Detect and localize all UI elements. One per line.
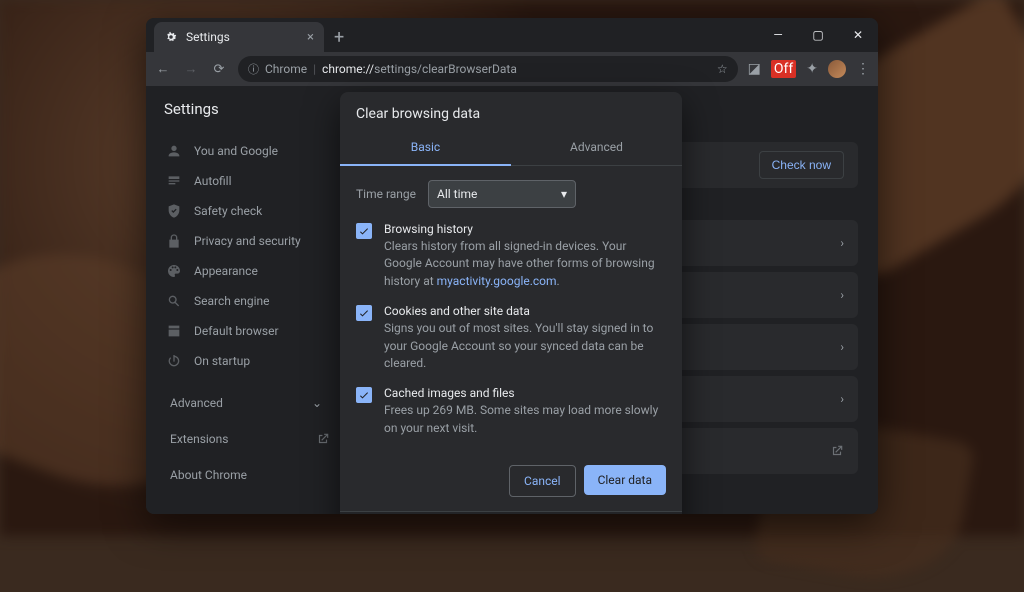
sidebar-item-label: Search engine [194,294,269,308]
lock-icon [166,233,182,249]
dialog-tabs: Basic Advanced [340,130,682,166]
chevron-right-icon: › [840,340,844,354]
browser-toolbar: ← → ⟳ ⓘ Chrome | chrome://settings/clear… [146,52,878,86]
tab-advanced[interactable]: Advanced [511,130,682,165]
chevron-right-icon: › [840,236,844,250]
sidebar-item-power[interactable]: On startup [160,346,340,376]
sidebar-item-label: Privacy and security [194,234,301,248]
overflow-menu-icon[interactable]: ⋮ [856,61,870,77]
chevron-right-icon: › [840,392,844,406]
shield-icon [166,203,182,219]
sidebar-item-shield[interactable]: Safety check [160,196,340,226]
url-path: settings/clearBrowserData [374,62,517,76]
option-description: Signs you out of most sites. You'll stay… [384,320,666,372]
url-host: chrome:// [322,62,374,76]
sidebar-item-label: Autofill [194,174,232,188]
sidebar-about-chrome[interactable]: About Chrome [160,462,340,488]
person-icon [166,143,182,159]
option-link[interactable]: myactivity.google.com [437,274,557,288]
open-external-icon [830,444,844,458]
option-title: Cookies and other site data [384,304,666,318]
maximize-button[interactable]: ▢ [798,18,838,52]
sidebar-item-label: Default browser [194,324,279,338]
back-button[interactable]: ← [154,61,172,77]
page-title: Settings [164,100,340,118]
time-range-label: Time range [356,187,416,201]
autofill-icon [166,173,182,189]
time-range-value: All time [437,187,477,201]
browser-icon [166,323,182,339]
palette-icon [166,263,182,279]
chevron-down-icon: ⌄ [312,396,322,410]
checkbox[interactable] [356,305,372,321]
sidebar-advanced[interactable]: Advanced ⌄ [160,390,340,416]
sidebar-item-person[interactable]: You and Google [160,136,340,166]
reader-icon[interactable]: ◪ [748,61,761,77]
gear-icon [164,30,178,44]
close-window-button[interactable]: ✕ [838,18,878,52]
sidebar-extensions[interactable]: Extensions [160,426,340,452]
extension-badge[interactable]: Off [771,60,796,78]
tab-basic[interactable]: Basic [340,130,511,166]
bookmark-star-icon[interactable]: ☆ [717,62,728,76]
toolbar-icons: ◪ Off ✦ ⋮ [748,60,870,78]
chrome-window: Settings × + — ▢ ✕ ← → ⟳ ⓘ Chrome | chro… [146,18,878,514]
close-tab-icon[interactable]: × [307,30,314,45]
clear-option: Cached images and files Frees up 269 MB. … [356,386,666,437]
search-icon [166,293,182,309]
minimize-button[interactable]: — [758,18,798,52]
sidebar-item-browser[interactable]: Default browser [160,316,340,346]
checkbox[interactable] [356,387,372,403]
clear-option: Cookies and other site data Signs you out… [356,304,666,372]
check-now-button[interactable]: Check now [759,151,844,179]
sidebar-item-autofill[interactable]: Autofill [160,166,340,196]
option-title: Cached images and files [384,386,666,400]
dialog-title: Clear browsing data [340,92,682,122]
reload-button[interactable]: ⟳ [210,62,228,77]
checkbox[interactable] [356,223,372,239]
url-scheme-label: Chrome [265,62,307,76]
window-controls: — ▢ ✕ [758,18,878,52]
time-range-select[interactable]: All time ▾ [428,180,576,208]
dropdown-icon: ▾ [561,187,567,201]
clear-data-button[interactable]: Clear data [584,465,666,495]
sidebar-item-label: Safety check [194,204,262,218]
sidebar-item-label: Appearance [194,264,258,278]
sidebar-item-label: You and Google [194,144,278,158]
chevron-right-icon: › [840,288,844,302]
title-bar: Settings × + — ▢ ✕ [146,18,878,52]
forward-button: → [182,61,200,77]
site-info-icon[interactable]: ⓘ [248,61,259,77]
cancel-button[interactable]: Cancel [509,465,576,497]
address-bar[interactable]: ⓘ Chrome | chrome://settings/clearBrowse… [238,56,738,82]
option-description: Frees up 269 MB. Some sites may load mor… [384,402,666,437]
sidebar-item-search[interactable]: Search engine [160,286,340,316]
option-description: Clears history from all signed-in device… [384,238,666,290]
browser-tab[interactable]: Settings × [154,22,324,52]
sidebar-item-label: On startup [194,354,250,368]
open-external-icon [316,432,330,446]
clear-browsing-data-dialog: Clear browsing data Basic Advanced Time … [340,92,682,514]
clear-option: Browsing history Clears history from all … [356,222,666,290]
extensions-icon[interactable]: ✦ [806,61,818,77]
settings-sidebar: Settings You and Google Autofill Safety ch… [146,86,340,514]
sidebar-item-palette[interactable]: Appearance [160,256,340,286]
new-tab-button[interactable]: + [334,27,344,48]
power-icon [166,353,182,369]
tab-title: Settings [186,30,230,44]
option-title: Browsing history [384,222,666,236]
profile-avatar-icon[interactable] [828,60,846,78]
sidebar-item-lock[interactable]: Privacy and security [160,226,340,256]
